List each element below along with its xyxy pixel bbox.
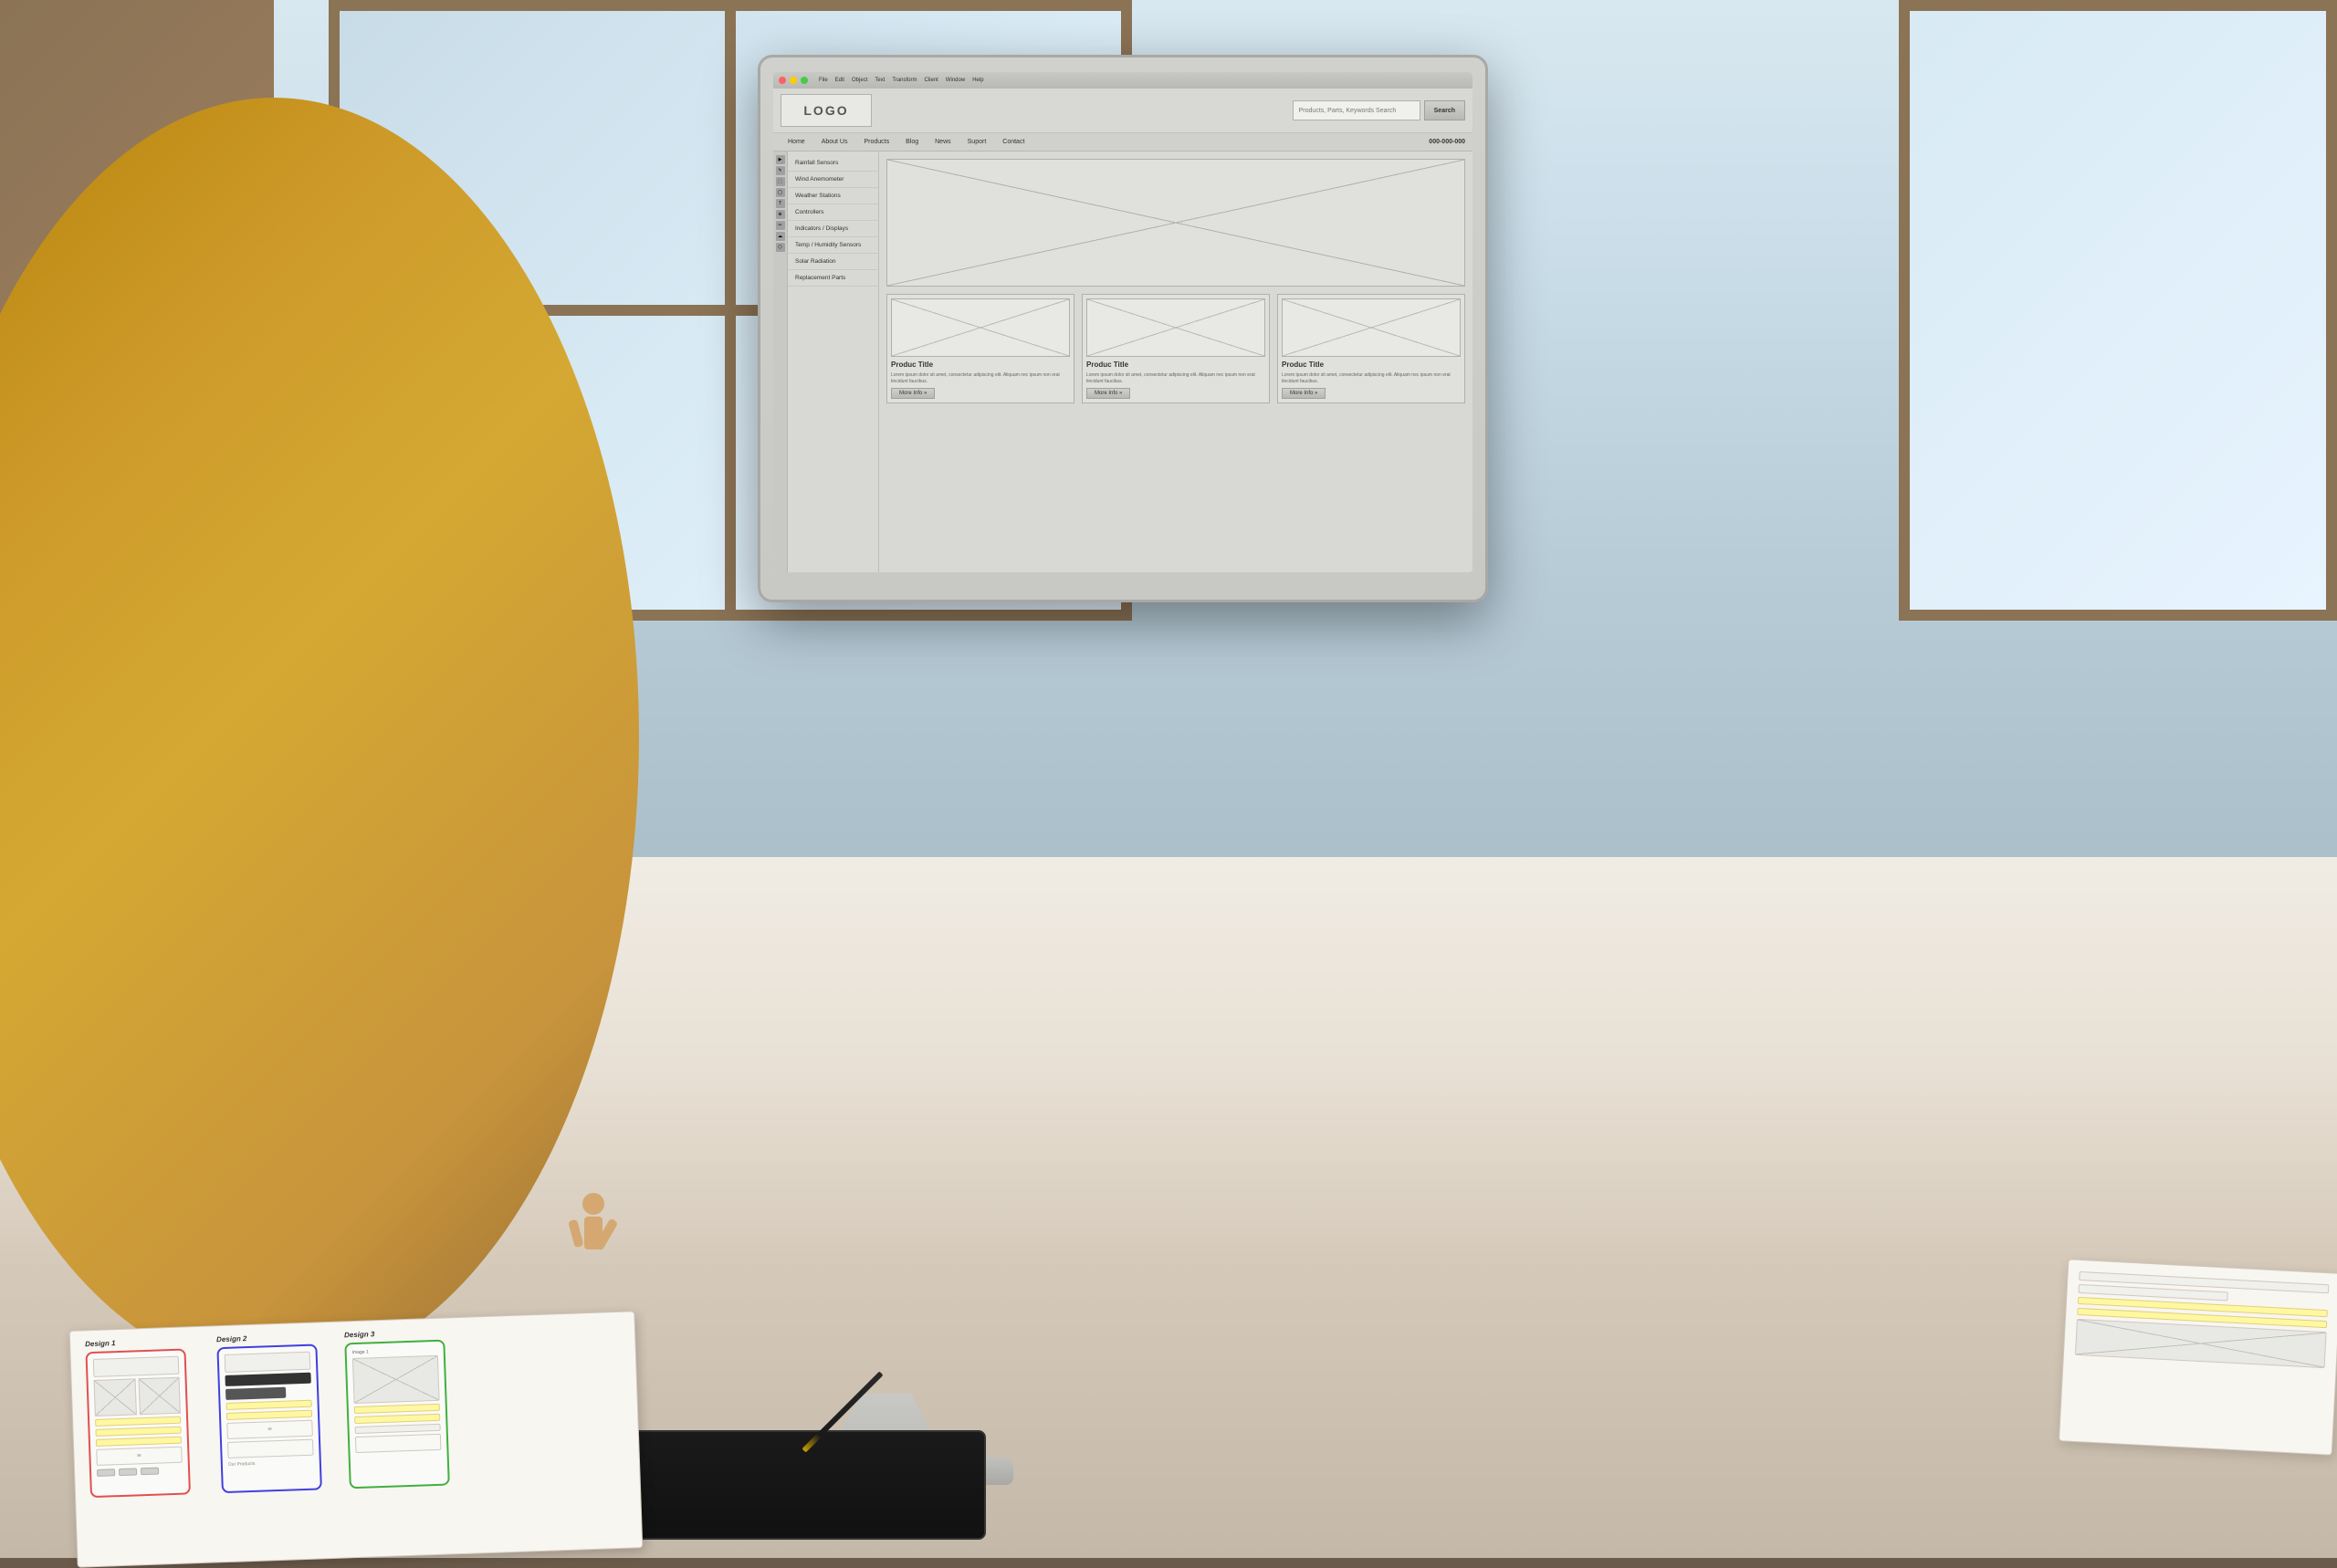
nav-blog[interactable]: Blog [898,137,926,147]
hero-image-placeholder [886,159,1465,287]
paper-right [2059,1259,2337,1455]
product-btn-2[interactable]: More Info » [1086,388,1130,399]
screen-main: ▶ ✎ ⬚ ◯ T ⊕ ✂ ☁ ⬡ Rainfall Sensors Wind … [773,152,1472,572]
menu-window[interactable]: Window [946,78,965,83]
sidebar-item-replacement[interactable]: Replacement Parts [788,270,878,287]
toolbar-icon-5[interactable]: T [776,199,785,208]
toolbar-icon-8[interactable]: ☁ [776,232,785,241]
screen-titlebar: File Edit Object Text Transform Client W… [773,72,1472,89]
figure-arm-left [568,1219,583,1249]
products-row: Produc Title Lorem ipsum dolor sit amet,… [886,294,1465,403]
menu-edit[interactable]: Edit [835,78,844,83]
design3-label: Design 3 [344,1328,445,1340]
product-image-2 [1086,298,1265,357]
monitor: File Edit Object Text Transform Client W… [758,55,1488,602]
monitor-screen: File Edit Object Text Transform Client W… [773,72,1472,572]
sidebar-item-temp[interactable]: Temp / Humidity Sensors [788,237,878,254]
design1-label: Design 1 [85,1336,185,1348]
nav-news[interactable]: News [927,137,959,147]
product-card-3: Produc Title Lorem ipsum dolor sit amet,… [1277,294,1465,403]
menu-transform[interactable]: Transform [892,78,917,83]
nav-phone: 000-000-000 [1429,139,1465,145]
nav-support[interactable]: Suport [960,137,994,147]
design2-label: Design 2 [216,1332,317,1343]
titlebar-menu: File Edit Object Text Transform Client W… [819,78,984,83]
product-title-3: Produc Title [1282,361,1461,369]
sidebar-item-weather[interactable]: Weather Stations [788,188,878,204]
nav-about[interactable]: About Us [814,137,855,147]
wireframe-cross [887,160,1464,286]
logo: LOGO [781,94,872,127]
search-input[interactable]: Products, Parts, Keywords Search [1293,100,1420,120]
figure-head [582,1193,604,1215]
screen-toolbar: ▶ ✎ ⬚ ◯ T ⊕ ✂ ☁ ⬡ [773,152,788,572]
product-title-2: Produc Title [1086,361,1265,369]
toolbar-icon-2[interactable]: ✎ [776,166,785,175]
screen-nav: Home About Us Products Blog News Suport … [773,133,1472,152]
sidebar-item-controllers[interactable]: Controllers [788,204,878,221]
window-frame-right [1899,0,2337,621]
menu-object[interactable]: Object [852,78,867,83]
design-paper: Design 1 ✉ [69,1311,644,1567]
toolbar-icon-6[interactable]: ⊕ [776,210,785,219]
screen-header: LOGO Products, Parts, Keywords Search Se… [773,89,1472,133]
product-image-3 [1282,298,1461,357]
sidebar-item-solar[interactable]: Solar Radiation [788,254,878,270]
product-title-1: Produc Title [891,361,1070,369]
menu-help[interactable]: Help [972,78,983,83]
screen-body: LOGO Products, Parts, Keywords Search Se… [773,89,1472,572]
minimize-btn[interactable] [790,77,797,84]
sidebar-item-rainfall[interactable]: Rainfall Sensors [788,155,878,172]
screen-content: Produc Title Lorem ipsum dolor sit amet,… [879,152,1472,572]
menu-text[interactable]: Text [875,78,885,83]
close-btn[interactable] [779,77,786,84]
product-btn-1[interactable]: More Info » [891,388,935,399]
toolbar-icon-7[interactable]: ✂ [776,221,785,230]
sidebar-item-indicators[interactable]: Indicators / Displays [788,221,878,237]
nav-contact[interactable]: Contact [995,137,1032,147]
screen-sidebar: Rainfall Sensors Wind Anemometer Weather… [788,152,879,572]
nav-products[interactable]: Products [856,137,896,147]
menu-client[interactable]: Client [925,78,938,83]
sidebar-item-wind[interactable]: Wind Anemometer [788,172,878,188]
maximize-btn[interactable] [801,77,808,84]
search-button[interactable]: Search [1424,100,1465,120]
toolbar-icon-3[interactable]: ⬚ [776,177,785,186]
toolbar-icon-1[interactable]: ▶ [776,155,785,164]
product-card-2: Produc Title Lorem ipsum dolor sit amet,… [1082,294,1270,403]
toolbar-icon-9[interactable]: ⬡ [776,243,785,252]
menu-file[interactable]: File [819,78,828,83]
product-card-1: Produc Title Lorem ipsum dolor sit amet,… [886,294,1074,403]
product-image-1 [891,298,1070,357]
product-btn-3[interactable]: More Info » [1282,388,1326,399]
product-desc-1: Lorem ipsum dolor sit amet, consectetur … [891,372,1070,384]
wooden-figure [566,1193,621,1302]
nav-home[interactable]: Home [781,137,812,147]
toolbar-icon-4[interactable]: ◯ [776,188,785,197]
product-desc-2: Lorem ipsum dolor sit amet, consectetur … [1086,372,1265,384]
search-area: Products, Parts, Keywords Search Search [1293,100,1465,120]
product-desc-3: Lorem ipsum dolor sit amet, consectetur … [1282,372,1461,384]
